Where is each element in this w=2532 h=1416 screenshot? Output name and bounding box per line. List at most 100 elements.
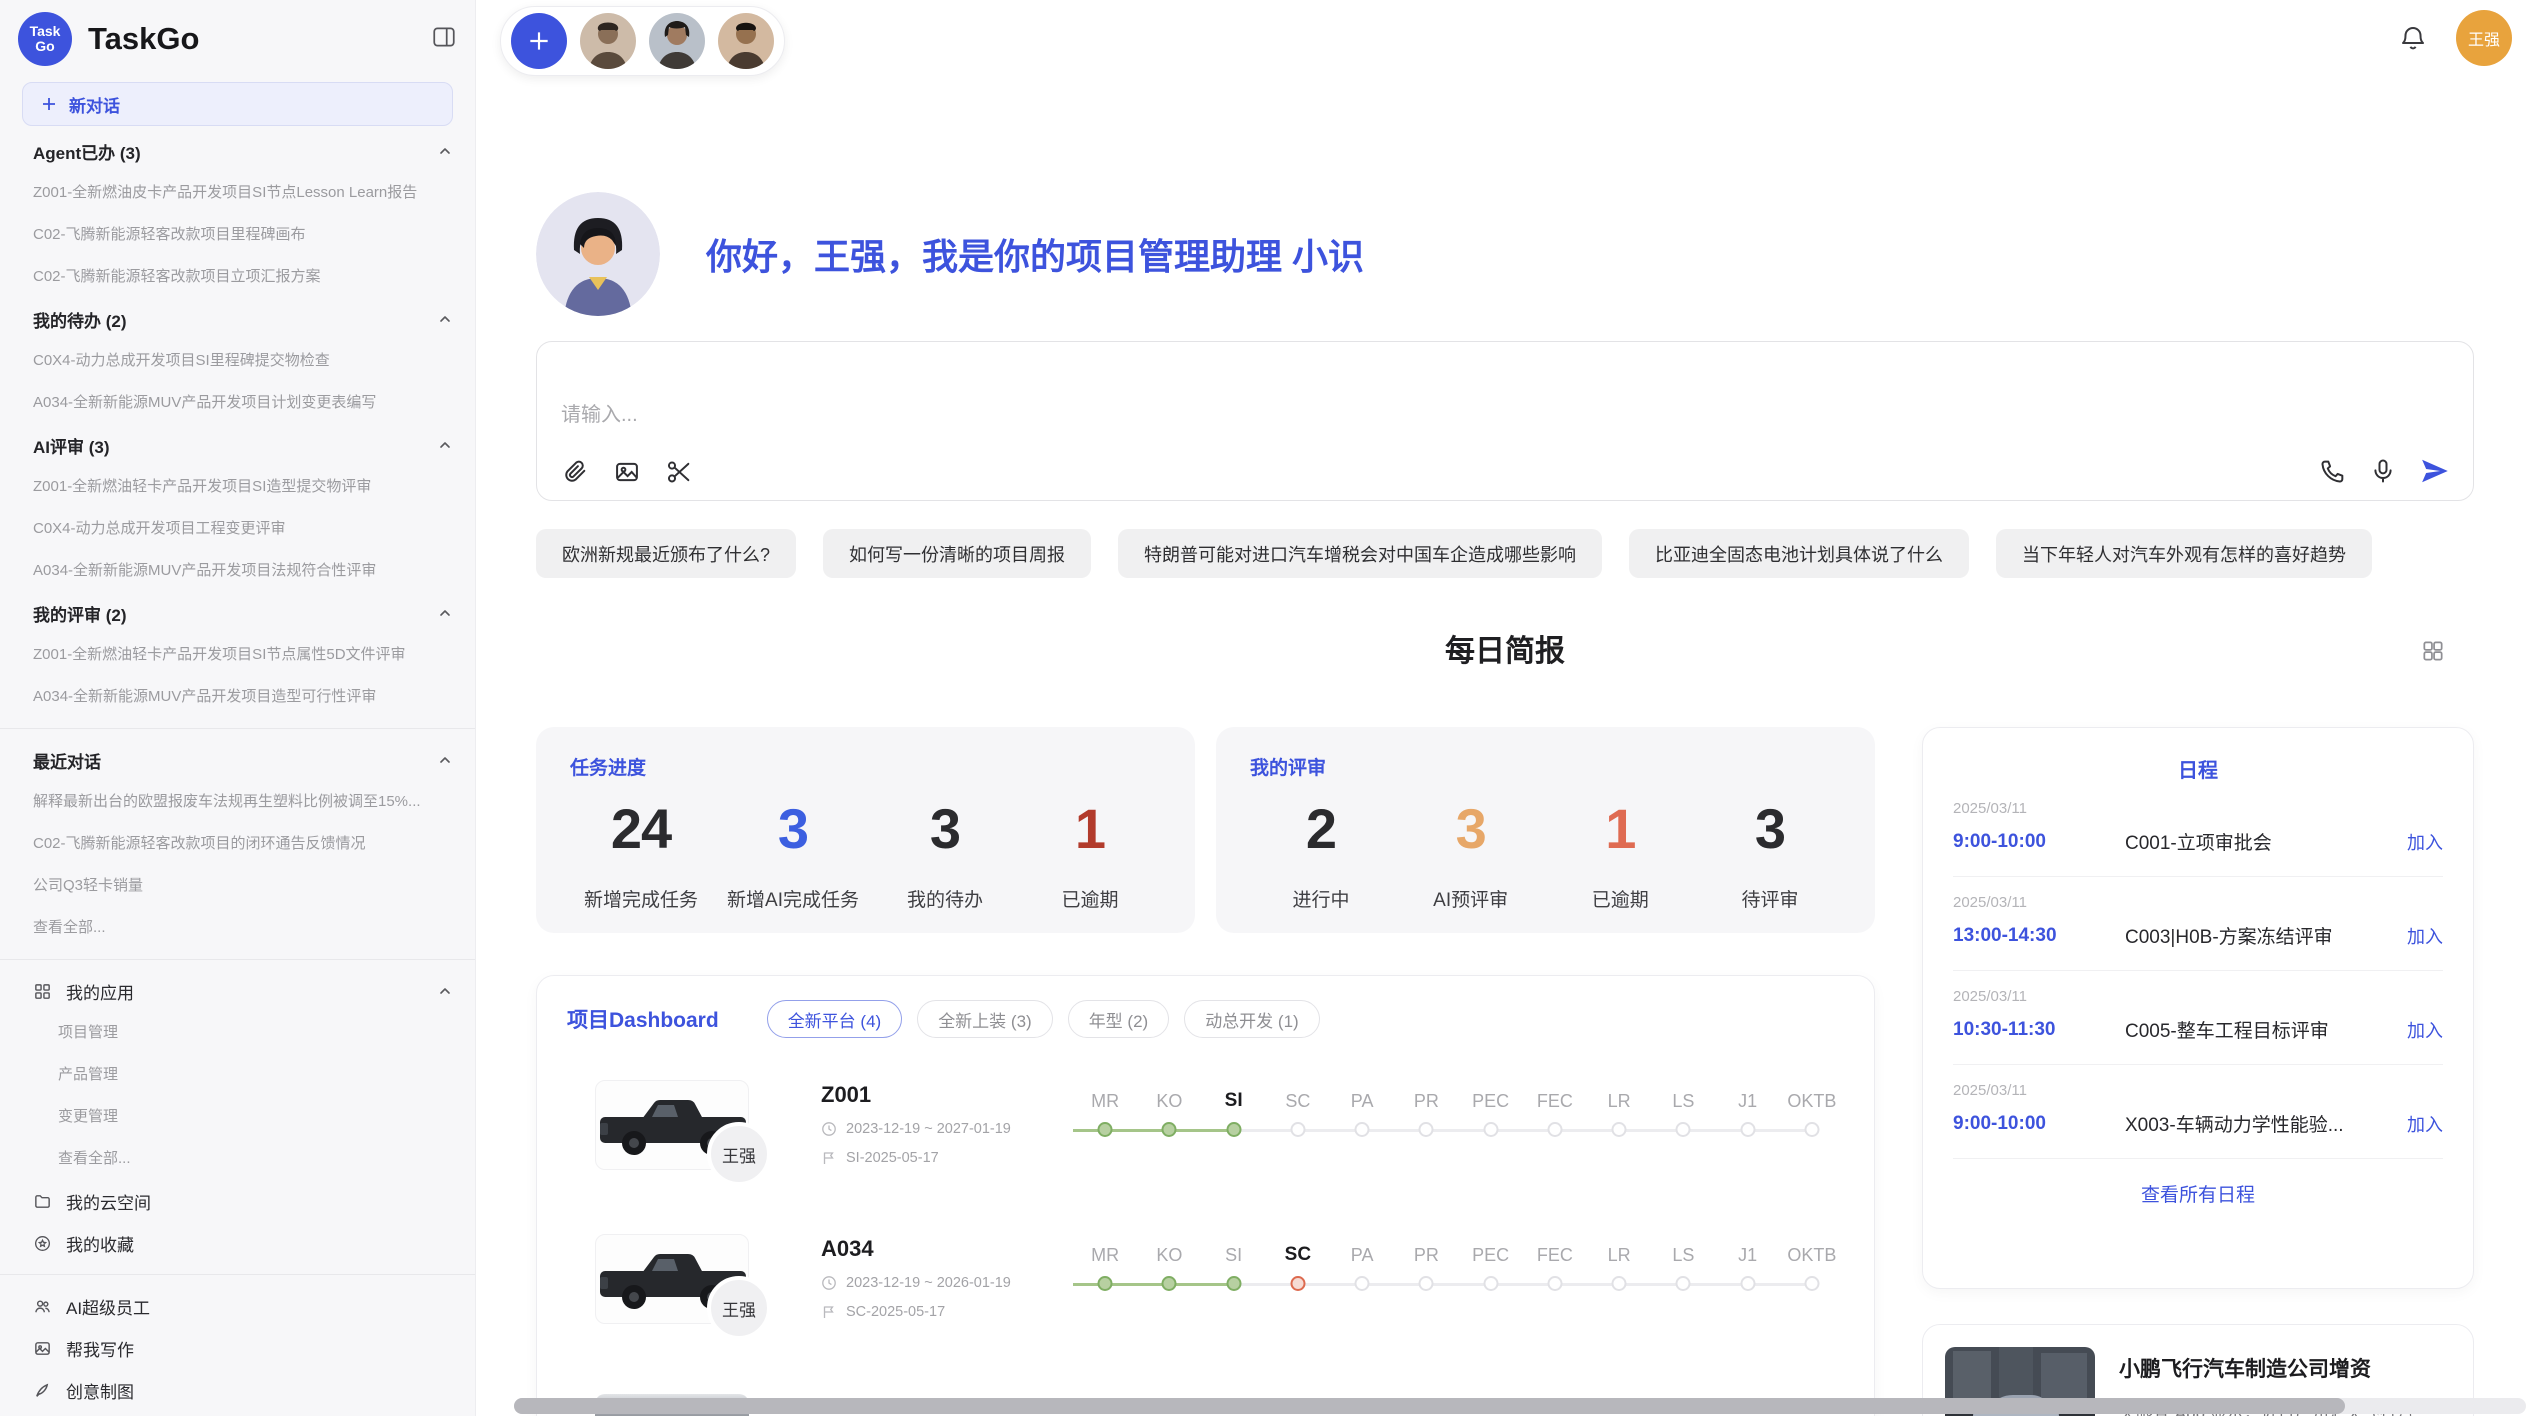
milestone-dot <box>1290 1122 1305 1137</box>
sidebar-item[interactable]: C0X4-动力总成开发项目工程变更评审 <box>0 508 475 550</box>
suggestion-chip[interactable]: 特朗普可能对进口汽车增税会对中国车企造成哪些影响 <box>1118 529 1602 578</box>
sidebar-item[interactable]: Z001-全新燃油轻卡产品开发项目SI造型提交物评审 <box>0 466 475 508</box>
milestone-dot <box>1355 1276 1370 1291</box>
dashboard-tab[interactable]: 动总开发 (1) <box>1184 1000 1320 1038</box>
milestone-label: J1 <box>1716 1240 1780 1270</box>
my-apps-header[interactable]: 我的应用 <box>0 970 475 1012</box>
avatar-photo-2[interactable] <box>649 13 705 69</box>
phone-icon[interactable] <box>2319 457 2347 485</box>
app-item[interactable]: 项目管理 <box>0 1012 475 1054</box>
avatar-photo-1[interactable] <box>580 13 636 69</box>
clock-icon <box>821 1275 837 1291</box>
paperclip-icon[interactable] <box>561 458 589 486</box>
mic-icon[interactable] <box>2369 457 2397 485</box>
join-button[interactable]: 加入 <box>2407 1111 2443 1137</box>
project-flag: SI-2025-05-17 <box>821 1150 1073 1166</box>
horizontal-scrollbar-track[interactable] <box>514 1398 2526 1414</box>
project-flag: SC-2025-05-17 <box>821 1304 1073 1320</box>
suggestion-chip[interactable]: 欧洲新规最近颁布了什么? <box>536 529 796 578</box>
layout-grid-icon[interactable] <box>2420 638 2446 664</box>
recent-header[interactable]: 最近对话 <box>0 739 475 781</box>
sidebar-scroll: Agent已办 (3) Z001-全新燃油皮卡产品开发项目SI节点Lesson … <box>0 126 475 1416</box>
section-items: Z001-全新燃油轻卡产品开发项目SI节点属性5D文件评审A034-全新新能源M… <box>0 634 475 718</box>
section-header[interactable]: AI评审 (3) <box>0 424 475 466</box>
schedule-event-title: C003|H0B-方案冻结评审 <box>2125 922 2407 949</box>
section-items: Z001-全新燃油轻卡产品开发项目SI造型提交物评审C0X4-动力总成开发项目工… <box>0 466 475 592</box>
sidebar-item[interactable]: Z001-全新燃油轻卡产品开发项目SI节点属性5D文件评审 <box>0 634 475 676</box>
app-item[interactable]: 变更管理 <box>0 1096 475 1138</box>
greeting-text: 你好，王强，我是你的项目管理助理 小识 <box>706 228 1364 280</box>
dashboard-tab[interactable]: 全新上装 (3) <box>917 1000 1053 1038</box>
bell-icon[interactable] <box>2398 23 2428 53</box>
sidebar-item[interactable]: A034-全新新能源MUV产品开发项目法规符合性评审 <box>0 550 475 592</box>
milestone: OKTB <box>1780 1086 1844 1142</box>
join-button[interactable]: 加入 <box>2407 829 2443 855</box>
project-row[interactable]: 王强 A034 2023-12-19 ~ 2026-01-19 <box>567 1234 1844 1346</box>
assistant-avatar <box>536 192 660 316</box>
sidebar-item-cloud-space[interactable]: 我的云空间 <box>0 1180 475 1222</box>
stat: 3 新增AI完成任务 <box>727 796 859 912</box>
schedule-list: 2025/03/11 9:00-10:00 C001-立项审批会 加入 2025… <box>1953 783 2443 1159</box>
folder-icon <box>33 1192 52 1211</box>
schedule-card: 日程 2025/03/11 9:00-10:00 C001-立项审批会 加入 <box>1922 727 2474 1289</box>
recent-item[interactable]: 解释最新出台的欧盟报废车法规再生塑料比例被调至15%... <box>0 781 475 823</box>
stat-value: 2 <box>1262 796 1380 861</box>
sidebar-item[interactable]: C02-飞腾新能源轻客改款项目里程碑画布 <box>0 214 475 256</box>
recent-item[interactable]: C02-飞腾新能源轻客改款项目的闭环通告反馈情况 <box>0 823 475 865</box>
milestone-label: SC <box>1266 1240 1330 1270</box>
stat-list: 2 进行中 3 AI预评审 <box>1250 796 1841 912</box>
milestone: FEC <box>1523 1086 1587 1142</box>
section-header[interactable]: Agent已办 (3) <box>0 130 475 172</box>
dashboard-tab[interactable]: 全新平台 (4) <box>767 1000 903 1038</box>
add-button[interactable] <box>511 13 567 69</box>
sidebar-item-help-me-write[interactable]: 帮我写作 <box>0 1327 475 1369</box>
milestone: SI <box>1202 1240 1266 1296</box>
join-button[interactable]: 加入 <box>2407 1017 2443 1043</box>
sidebar-item[interactable]: C02-飞腾新能源轻客改款项目立项汇报方案 <box>0 256 475 298</box>
join-button[interactable]: 加入 <box>2407 923 2443 949</box>
app-item[interactable]: 查看全部... <box>0 1138 475 1180</box>
sidebar-item[interactable]: Z001-全新燃油皮卡产品开发项目SI节点Lesson Learn报告 <box>0 172 475 214</box>
recent-item[interactable]: 查看全部... <box>0 907 475 949</box>
suggestion-chip[interactable]: 如何写一份清晰的项目周报 <box>823 529 1091 578</box>
milestone-label: PR <box>1394 1240 1458 1270</box>
milestone-track <box>1651 1120 1715 1142</box>
sidebar-header: Task Go TaskGo <box>0 0 475 72</box>
user-avatar[interactable]: 王强 <box>2456 10 2512 66</box>
horizontal-scrollbar-thumb[interactable] <box>514 1398 2345 1414</box>
app-title: TaskGo <box>88 21 199 57</box>
dashboard-tab[interactable]: 年型 (2) <box>1068 1000 1170 1038</box>
stat-label: AI预评审 <box>1412 885 1530 912</box>
send-icon[interactable] <box>2419 456 2449 486</box>
sidebar-item[interactable]: A034-全新新能源MUV产品开发项目计划变更表编写 <box>0 382 475 424</box>
chat-input[interactable] <box>561 404 2113 427</box>
flag-icon <box>821 1150 837 1166</box>
plus-icon <box>41 96 57 112</box>
sidebar-item-creative-drawing[interactable]: 创意制图 <box>0 1369 475 1411</box>
milestone-track <box>1394 1120 1458 1142</box>
section-header[interactable]: 我的评审 (2) <box>0 592 475 634</box>
scissors-icon[interactable] <box>665 458 693 486</box>
new-chat-label: 新对话 <box>69 92 120 117</box>
view-all-schedule-button[interactable]: 查看所有日程 <box>1953 1159 2443 1228</box>
sidebar-item-favorites[interactable]: 我的收藏 <box>0 1222 475 1264</box>
section-header[interactable]: 我的待办 (2) <box>0 298 475 340</box>
sidebar-item-ai-super-staff[interactable]: AI超级员工 <box>0 1285 475 1327</box>
suggestion-chip[interactable]: 当下年轻人对汽车外观有怎样的喜好趋势 <box>1996 529 2372 578</box>
milestone-label: PEC <box>1459 1240 1523 1270</box>
image-icon[interactable] <box>613 458 641 486</box>
project-row[interactable]: 王强 Z001 2023-12-19 ~ 2027-01-19 <box>567 1080 1844 1192</box>
my-apps-items: 项目管理产品管理变更管理查看全部... <box>0 1012 475 1180</box>
project-media: 王强 <box>595 1080 821 1192</box>
milestone-label: KO <box>1137 1240 1201 1270</box>
new-chat-button[interactable]: 新对话 <box>22 82 453 126</box>
recent-item[interactable]: 公司Q3轻卡销量 <box>0 865 475 907</box>
sidebar-item[interactable]: A034-全新新能源MUV产品开发项目造型可行性评审 <box>0 676 475 718</box>
suggestion-chip[interactable]: 比亚迪全固态电池计划具体说了什么 <box>1629 529 1969 578</box>
stat-card: 我的评审 2 进行中 3 <box>1216 727 1875 933</box>
app-item[interactable]: 产品管理 <box>0 1054 475 1096</box>
sidebar-collapse-button[interactable] <box>431 24 457 50</box>
avatar-photo-3[interactable] <box>718 13 774 69</box>
stat-label: 已逾期 <box>1561 885 1679 912</box>
sidebar-item[interactable]: C0X4-动力总成开发项目SI里程碑提交物检查 <box>0 340 475 382</box>
